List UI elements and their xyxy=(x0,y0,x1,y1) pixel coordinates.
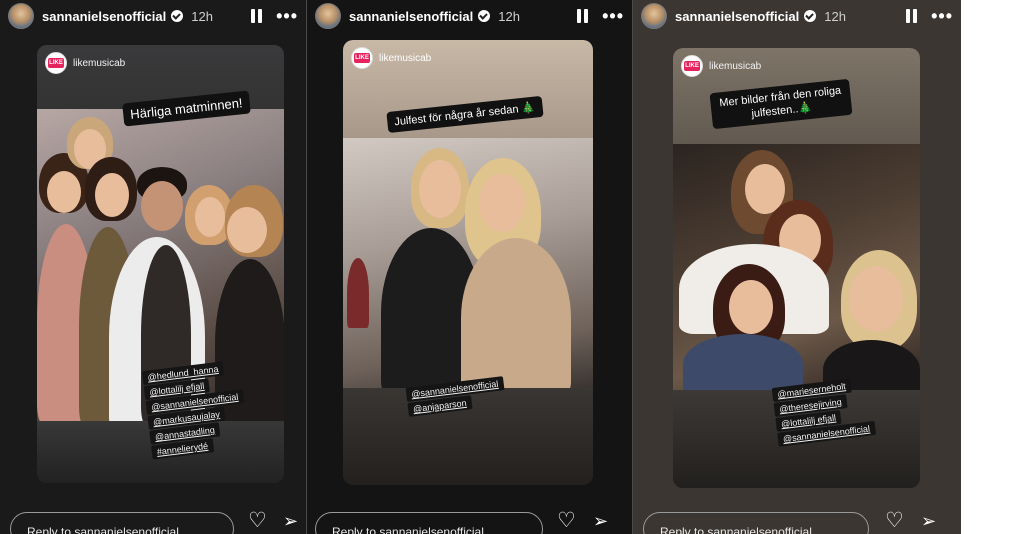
avatar[interactable] xyxy=(8,3,34,29)
timestamp: 12h xyxy=(824,8,846,24)
mention-tags: @hedlund_hanna @lottalilj efjall @sannan… xyxy=(141,359,250,460)
brand-logo-icon: LIKE xyxy=(681,55,703,77)
brand-logo-icon: LIKE xyxy=(351,47,373,69)
send-icon[interactable]: ➢ xyxy=(593,512,615,530)
timestamp: 12h xyxy=(191,8,213,24)
brand-logo-icon: LIKE xyxy=(45,52,67,74)
avatar[interactable] xyxy=(315,3,341,29)
username[interactable]: sannanielsenofficial xyxy=(349,9,473,24)
story-card: LIKE likemusicab Mer bilder från den rol… xyxy=(673,48,920,488)
verified-icon xyxy=(804,10,817,22)
repost-account[interactable]: LIKE likemusicab xyxy=(351,47,431,69)
more-icon[interactable]: ••• xyxy=(602,7,624,25)
story-photo xyxy=(673,144,920,390)
story-card: LIKE likemusicab Julfest för några år se… xyxy=(343,40,593,485)
repost-username[interactable]: likemusicab xyxy=(709,61,761,72)
send-icon[interactable]: ➢ xyxy=(921,512,943,530)
verified-icon xyxy=(171,10,184,22)
more-icon[interactable]: ••• xyxy=(931,7,953,25)
pause-icon[interactable] xyxy=(576,9,590,23)
page-margin xyxy=(961,0,1024,534)
reply-input[interactable]: Reply to sannanielsenofficial... xyxy=(315,512,543,534)
reply-input[interactable]: Reply to sannanielsenofficial... xyxy=(643,512,869,534)
username[interactable]: sannanielsenofficial xyxy=(675,9,799,24)
heart-icon[interactable]: ♡ xyxy=(248,510,270,531)
story-header: sannanielsenofficial 12h ••• xyxy=(8,3,298,29)
heart-icon[interactable]: ♡ xyxy=(557,510,579,531)
story-header: sannanielsenofficial 12h ••• xyxy=(641,3,953,29)
verified-icon xyxy=(478,10,491,22)
story-photo xyxy=(343,138,593,388)
timestamp: 12h xyxy=(498,8,520,24)
send-icon[interactable]: ➢ xyxy=(283,512,305,530)
more-icon[interactable]: ••• xyxy=(276,7,298,25)
story-panel-1[interactable]: sannanielsenofficial 12h ••• LIKE likemu… xyxy=(0,0,306,534)
repost-account[interactable]: LIKE likemusicab xyxy=(681,55,761,77)
repost-username[interactable]: likemusicab xyxy=(379,53,431,64)
story-panel-2[interactable]: sannanielsenofficial 12h ••• LIKE likemu… xyxy=(307,0,632,534)
pause-icon[interactable] xyxy=(250,9,264,23)
repost-account[interactable]: LIKE likemusicab xyxy=(45,52,125,74)
repost-username[interactable]: likemusicab xyxy=(73,58,125,69)
mention-tags: @marieserneholt @theresejirving @lottali… xyxy=(771,376,876,447)
reply-input[interactable]: Reply to sannanielsenofficial... xyxy=(10,512,234,534)
story-card: LIKE likemusicab Härliga matminnen! @hed… xyxy=(37,45,284,483)
story-header: sannanielsenofficial 12h ••• xyxy=(315,3,624,29)
heart-icon[interactable]: ♡ xyxy=(885,510,907,531)
pause-icon[interactable] xyxy=(905,9,919,23)
username[interactable]: sannanielsenofficial xyxy=(42,9,166,24)
avatar[interactable] xyxy=(641,3,667,29)
story-panel-3[interactable]: sannanielsenofficial 12h ••• LIKE likemu… xyxy=(633,0,961,534)
